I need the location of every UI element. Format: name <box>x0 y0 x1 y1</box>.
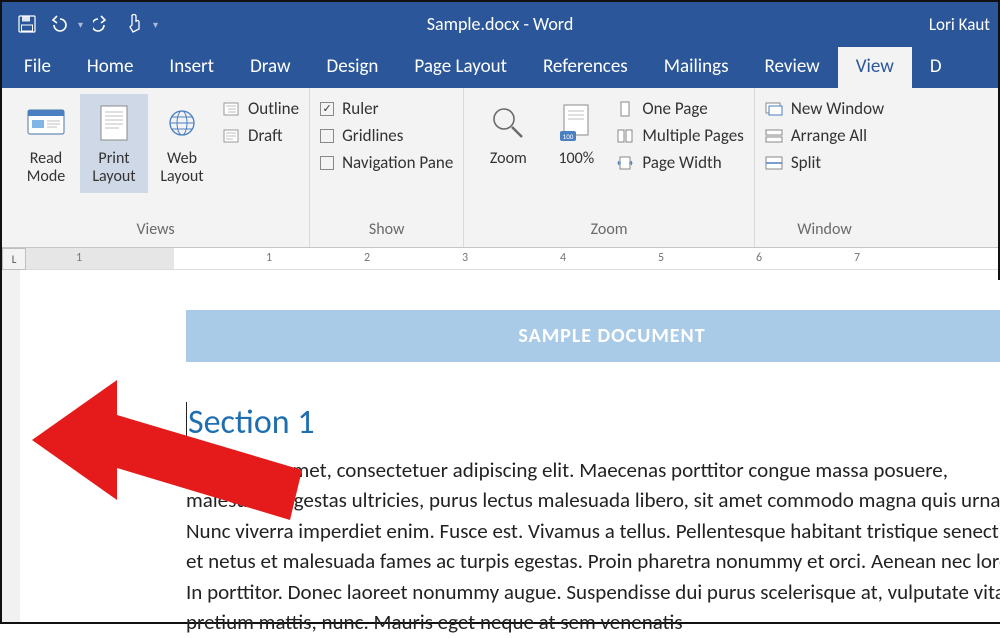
zoom-icon <box>490 100 526 146</box>
print-layout-label: PrintLayout <box>92 150 135 187</box>
new-window-label: New Window <box>791 98 884 119</box>
page-width-button[interactable]: Page Width <box>616 152 744 173</box>
group-zoom-label: Zoom <box>474 216 744 245</box>
qat-customize[interactable]: ▾ <box>153 18 158 31</box>
gridlines-label: Gridlines <box>342 125 403 146</box>
document-page[interactable]: SAMPLE DOCUMENT Section 1 m dolor sit am… <box>46 280 1000 622</box>
multiple-pages-button[interactable]: Multiple Pages <box>616 125 744 146</box>
page-width-label: Page Width <box>642 152 721 173</box>
draft-label: Draft <box>248 125 283 146</box>
page-width-icon <box>616 154 634 172</box>
group-window: New Window Arrange All Split Window <box>755 88 894 247</box>
tab-home[interactable]: Home <box>69 47 152 88</box>
hundred-icon: 100 <box>558 100 594 146</box>
tab-review[interactable]: Review <box>747 47 838 88</box>
undo-button[interactable] <box>46 11 72 37</box>
nav-label: Navigation Pane <box>342 152 453 173</box>
tab-overflow[interactable]: D <box>912 47 960 88</box>
print-layout-button[interactable]: PrintLayout <box>80 94 148 193</box>
multiple-pages-label: Multiple Pages <box>642 125 744 146</box>
tab-view[interactable]: View <box>838 47 912 88</box>
tab-page-layout[interactable]: Page Layout <box>396 47 525 88</box>
user-name: Lori Kaut <box>929 14 990 35</box>
read-mode-label: ReadMode <box>27 150 65 187</box>
title-bar: ▾ ▾ Sample.docx - Word Lori Kaut <box>2 2 998 46</box>
web-layout-button[interactable]: WebLayout <box>148 94 216 193</box>
new-window-icon <box>765 100 783 118</box>
draft-button[interactable]: Draft <box>222 125 299 146</box>
touch-mode-button[interactable] <box>121 11 147 37</box>
outline-button[interactable]: Outline <box>222 98 299 119</box>
group-views-label: Views <box>12 216 299 245</box>
tab-file[interactable]: File <box>6 47 69 88</box>
arrange-all-label: Arrange All <box>791 125 867 146</box>
ruler-checkbox[interactable]: ✓ Ruler <box>320 98 453 119</box>
draft-icon <box>222 127 240 145</box>
hundred-percent-button[interactable]: 100 100% <box>542 94 610 174</box>
outline-icon <box>222 100 240 118</box>
read-mode-icon <box>27 100 65 146</box>
document-area: SAMPLE DOCUMENT Section 1 m dolor sit am… <box>2 270 998 622</box>
split-label: Split <box>791 152 821 173</box>
tab-draw[interactable]: Draw <box>232 47 308 88</box>
zoom-button[interactable]: Zoom <box>474 94 542 174</box>
ruler-label: Ruler <box>342 98 378 119</box>
hundred-label: 100% <box>558 150 594 168</box>
web-layout-label: WebLayout <box>160 150 203 187</box>
tab-mailings[interactable]: Mailings <box>646 47 747 88</box>
svg-text:100: 100 <box>563 132 574 141</box>
gridlines-checkbox[interactable]: Gridlines <box>320 125 453 146</box>
ruler-row: L 1 1 2 3 4 5 6 7 <box>2 248 998 270</box>
one-page-label: One Page <box>642 98 707 119</box>
horizontal-ruler[interactable]: 1 1 2 3 4 5 6 7 <box>26 248 998 270</box>
group-views: ReadMode PrintLayout WebLayout <box>2 88 310 247</box>
vertical-scrollbar[interactable] <box>2 270 20 622</box>
group-show-label: Show <box>320 216 453 245</box>
save-button[interactable] <box>14 11 40 37</box>
tab-design[interactable]: Design <box>309 47 397 88</box>
new-window-button[interactable]: New Window <box>765 98 884 119</box>
nav-check-icon <box>320 156 334 170</box>
tab-selector[interactable]: L <box>2 248 26 270</box>
redo-button[interactable] <box>89 11 115 37</box>
group-show: ✓ Ruler Gridlines Navigation Pane Show <box>310 88 464 247</box>
web-layout-icon <box>166 100 198 146</box>
quick-access-toolbar: ▾ ▾ <box>2 11 158 37</box>
navigation-pane-checkbox[interactable]: Navigation Pane <box>320 152 453 173</box>
multiple-pages-icon <box>616 127 634 145</box>
split-icon <box>765 154 783 172</box>
tab-insert[interactable]: Insert <box>151 47 232 88</box>
split-button[interactable]: Split <box>765 152 884 173</box>
section-heading: Section 1 <box>186 402 1000 443</box>
arrange-all-icon <box>765 127 783 145</box>
arrange-all-button[interactable]: Arrange All <box>765 125 884 146</box>
gridlines-check-icon <box>320 129 334 143</box>
tab-references[interactable]: References <box>525 47 646 88</box>
zoom-label: Zoom <box>490 150 527 168</box>
one-page-icon <box>616 100 634 118</box>
ribbon: ReadMode PrintLayout WebLayout <box>2 88 998 248</box>
document-banner: SAMPLE DOCUMENT <box>186 310 1000 362</box>
print-layout-icon <box>99 100 129 146</box>
window-title: Sample.docx - Word <box>427 13 574 35</box>
group-zoom: Zoom 100 100% One Page <box>464 88 755 247</box>
qat-dropdown-undo[interactable]: ▾ <box>78 18 83 31</box>
one-page-button[interactable]: One Page <box>616 98 744 119</box>
ruler-check-icon: ✓ <box>320 102 334 116</box>
body-paragraph: m dolor sit amet, consectetuer adipiscin… <box>186 455 1000 638</box>
ribbon-tabs: File Home Insert Draw Design Page Layout… <box>2 46 998 88</box>
group-window-label: Window <box>765 216 884 245</box>
outline-label: Outline <box>248 98 299 119</box>
read-mode-button[interactable]: ReadMode <box>12 94 80 193</box>
